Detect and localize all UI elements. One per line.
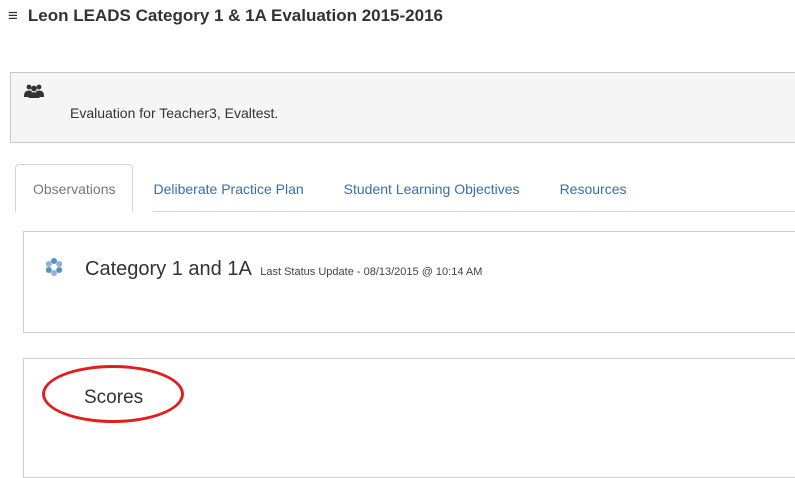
tab-deliberate-practice-plan[interactable]: Deliberate Practice Plan — [133, 166, 323, 212]
scores-panel: Scores — [23, 358, 795, 478]
last-status-update: Last Status Update - 08/13/2015 @ 10:14 … — [260, 266, 483, 278]
tab-student-learning-objectives[interactable]: Student Learning Objectives — [324, 166, 540, 212]
status-pinwheel-icon — [45, 258, 63, 276]
tab-resources[interactable]: Resources — [540, 166, 647, 212]
tab-divider — [153, 211, 795, 212]
scores-heading[interactable]: Scores — [84, 387, 143, 409]
category-heading: Category 1 and 1A Last Status Update - 0… — [85, 258, 482, 281]
hamburger-menu-icon[interactable]: ≡ — [8, 6, 18, 26]
evaluation-banner: Evaluation for Teacher3, Evaltest. — [10, 72, 795, 143]
users-icon — [24, 84, 44, 98]
tab-observations[interactable]: Observations — [15, 164, 134, 212]
category-title: Category 1 and 1A — [85, 258, 251, 280]
tab-bar: Observations Deliberate Practice Plan St… — [15, 164, 646, 212]
page-title: Leon LEADS Category 1 & 1A Evaluation 20… — [27, 6, 443, 25]
category-panel: Category 1 and 1A Last Status Update - 0… — [23, 231, 795, 333]
page-header: ≡ Leon LEADS Category 1 & 1A Evaluation … — [8, 6, 443, 26]
evaluation-subject-text: Evaluation for Teacher3, Evaltest. — [70, 105, 279, 121]
